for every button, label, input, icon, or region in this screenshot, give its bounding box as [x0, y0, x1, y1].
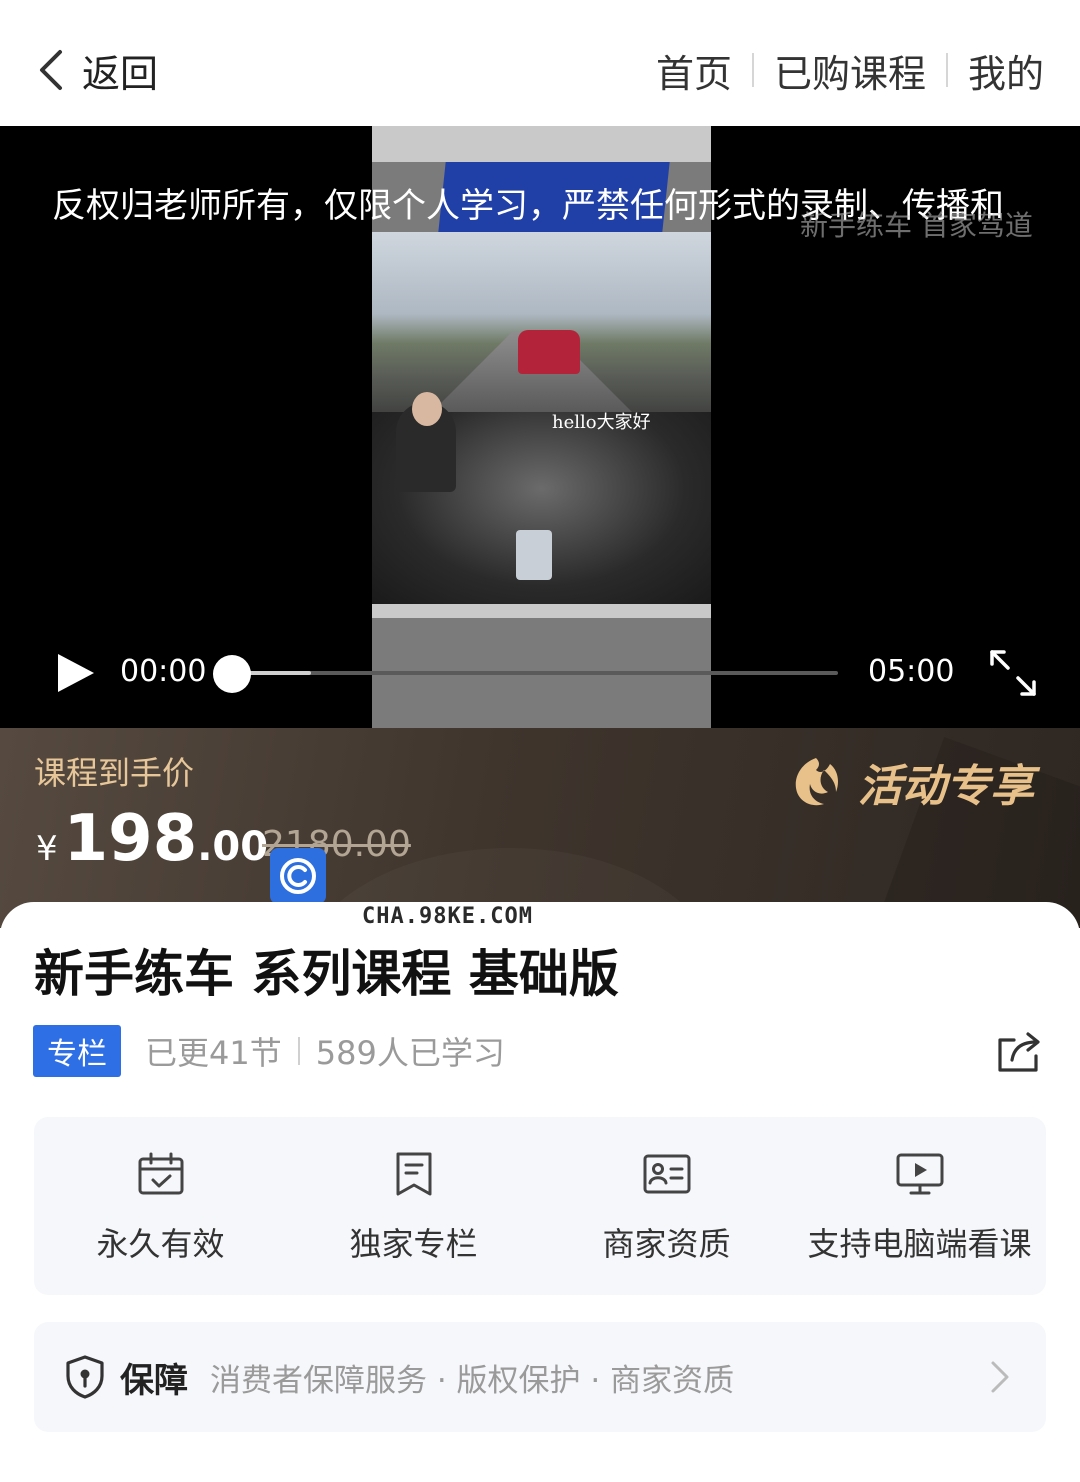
price-integer: 198 — [63, 802, 198, 876]
video-scene: hello大家好 — [372, 232, 711, 604]
nav-home[interactable]: 首页 — [656, 43, 732, 98]
price-label: 课程到手价 — [34, 754, 195, 792]
frame-bottom-band — [372, 604, 711, 618]
progress-track[interactable] — [213, 655, 838, 693]
course-card: 新手练车 系列课程 基础版 专栏 已更41节 589人已学习 永久有效 独家专栏… — [0, 902, 1080, 1482]
instructor-head — [412, 392, 442, 426]
shield-icon — [66, 1355, 104, 1399]
meta-divider — [297, 1037, 300, 1065]
video-controls: 00:00 05:00 — [0, 638, 1080, 708]
red-car — [518, 330, 580, 374]
chevron-left-icon — [40, 50, 62, 90]
video-caption: hello大家好 — [552, 412, 651, 433]
site-watermark-logo — [270, 848, 326, 904]
chevron-right-icon — [991, 1361, 1009, 1393]
bookmark-doc-icon — [396, 1152, 431, 1196]
feature-permanent: 永久有效 — [34, 1117, 287, 1295]
nav-divider — [945, 53, 948, 87]
activity-badge: 活动专享 — [786, 750, 1034, 814]
nav-purchased-courses[interactable]: 已购课程 — [774, 43, 926, 98]
top-bar: 返回 首页 已购课程 我的 — [0, 0, 1080, 126]
learner-count: 589人已学习 — [315, 1034, 505, 1072]
currency-symbol: ¥ — [36, 829, 58, 869]
price-decimal: .00 — [197, 824, 269, 870]
nav-mine[interactable]: 我的 — [968, 43, 1044, 98]
nav-divider — [751, 53, 754, 87]
feature-pc: 支持电脑端看课 — [793, 1117, 1046, 1295]
feature-label: 支持电脑端看课 — [807, 1225, 1032, 1263]
feature-strip: 永久有效 独家专栏 商家资质 支持电脑端看课 — [34, 1117, 1046, 1295]
site-watermark-text: CHA.98KE.COM — [362, 904, 533, 929]
feature-label: 永久有效 — [96, 1225, 225, 1263]
feature-label: 独家专栏 — [349, 1225, 478, 1263]
guarantee-row[interactable]: 保障 消费者保障服务 · 版权保护 · 商家资质 — [34, 1322, 1046, 1432]
video-watermark: 新手练车 首家驾道 — [800, 209, 1033, 242]
guarantee-items: 消费者保障服务 · 版权保护 · 商家资质 — [210, 1362, 735, 1399]
monitor-play-icon — [896, 1153, 943, 1195]
watermark-c-icon — [280, 858, 316, 894]
share-icon[interactable] — [996, 1028, 1044, 1076]
current-price: ¥ 198 .00 — [36, 802, 268, 876]
frame-top-band — [372, 126, 711, 162]
feature-merchant: 商家资质 — [540, 1117, 793, 1295]
activity-label: 活动专享 — [858, 761, 1034, 812]
feature-exclusive: 独家专栏 — [287, 1117, 540, 1295]
car-screen — [516, 530, 552, 580]
course-title: 新手练车 系列课程 基础版 — [34, 945, 619, 1003]
top-nav: 首页 已购课程 我的 — [656, 40, 1044, 100]
flame-logo-icon — [795, 758, 838, 806]
guarantee-title: 保障 — [120, 1360, 188, 1401]
column-tag: 专栏 — [33, 1025, 121, 1077]
lesson-count: 已更41节 — [145, 1034, 282, 1072]
calendar-check-icon — [138, 1152, 183, 1195]
back-label: 返回 — [82, 51, 159, 96]
video-player[interactable]: hello大家好 反权归老师所有，仅限个人学习，严禁任何形式的录制、传播和 新手… — [0, 126, 1080, 728]
progress-knob[interactable] — [213, 655, 251, 693]
back-button[interactable]: 返回 — [36, 44, 158, 96]
duration: 05:00 — [868, 654, 955, 689]
play-icon[interactable] — [56, 652, 96, 694]
fullscreen-icon[interactable] — [988, 648, 1038, 698]
current-time: 00:00 — [120, 654, 207, 689]
id-card-icon — [643, 1154, 690, 1194]
course-meta: 专栏 已更41节 589人已学习 — [33, 1025, 505, 1077]
price-band: 课程到手价 ¥ 198 .00 2180.00 活动专享 — [0, 728, 1080, 928]
feature-label: 商家资质 — [602, 1225, 731, 1263]
